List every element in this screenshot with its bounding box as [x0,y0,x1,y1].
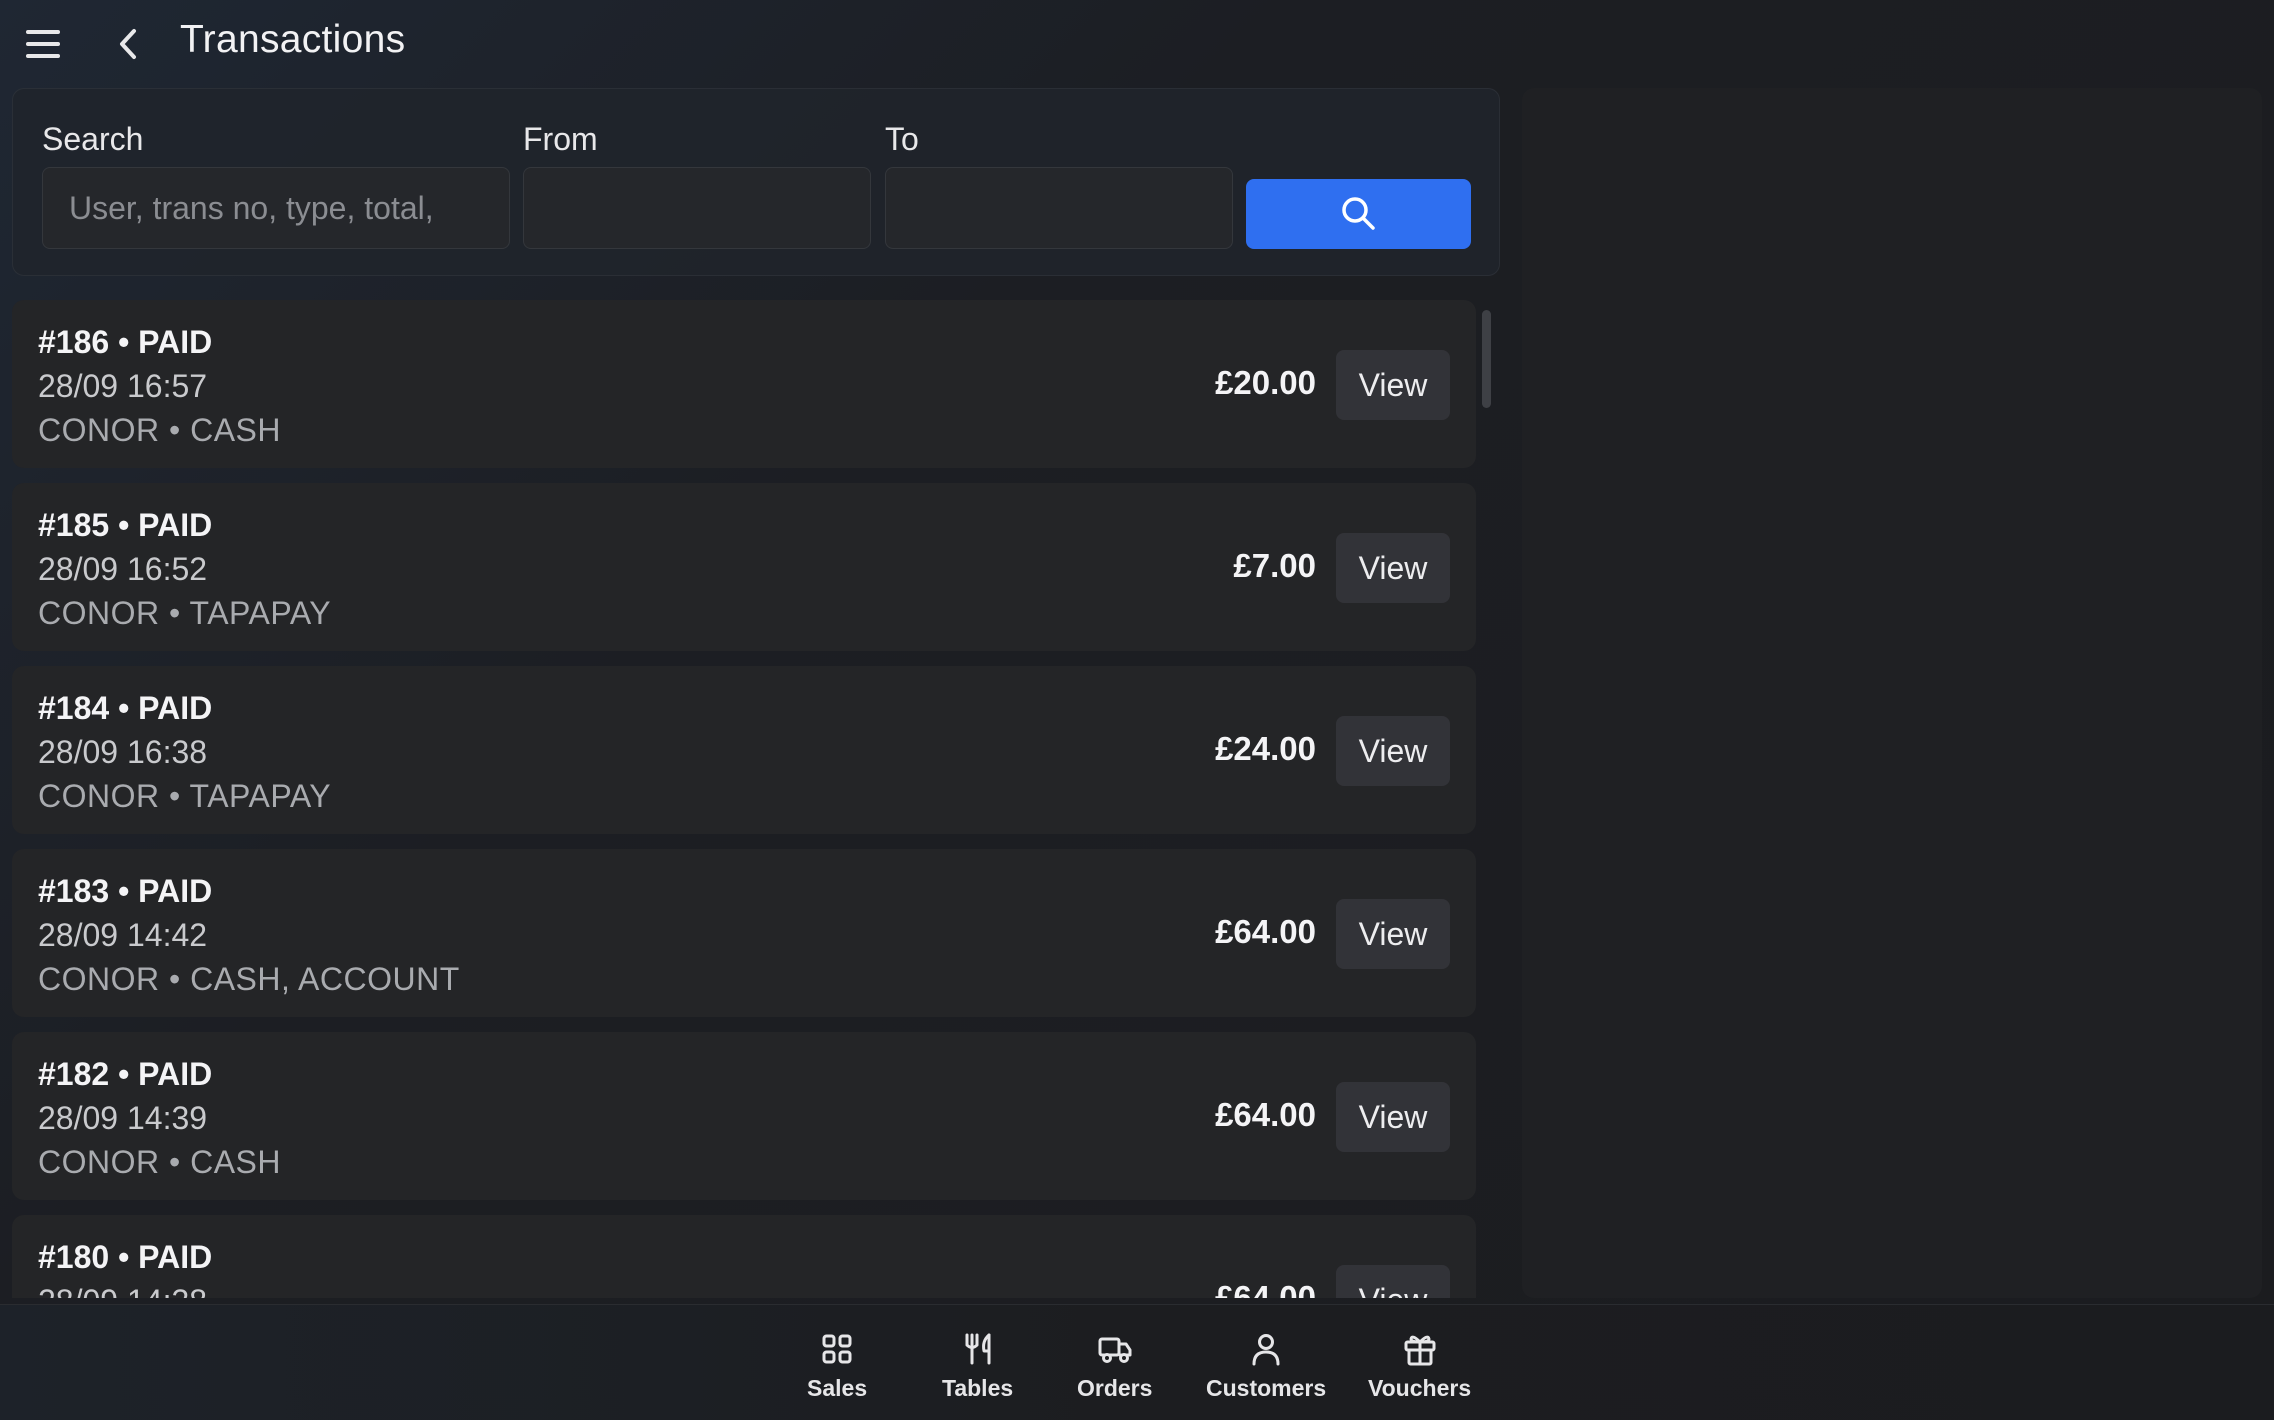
delivery-truck-icon [1098,1337,1132,1363]
transaction-date: 28/09 16:57 [38,368,208,404]
transaction-meta: CONOR • CASH [38,412,281,448]
transaction-title: #186 • PAID [38,324,213,360]
transaction-row[interactable]: #183 • PAID 28/09 14:42 CONOR • CASH, AC… [12,849,1476,1017]
transaction-amount: £64.00 [1215,913,1316,950]
transaction-meta: CONOR • TAPAPAY [38,778,332,814]
grid-icon [822,1334,852,1364]
transaction-row[interactable]: #186 • PAID 28/09 16:57 CONOR • CASH £20… [12,300,1476,468]
transaction-meta: CONOR • TAPAPAY [38,595,332,631]
search-icon [1341,197,1375,230]
transaction-amount: £64.00 [1215,1279,1316,1298]
nav-item-tables[interactable]: Tables [942,1331,1013,1402]
transaction-date: 28/09 14:39 [38,1100,208,1136]
transaction-row[interactable]: #180 • PAID 28/09 14:38 £64.00 View [12,1215,1476,1298]
to-date-field[interactable] [885,167,1233,249]
filter-panel: Search From To [12,88,1500,276]
nav-label-orders: Orders [1077,1375,1153,1401]
page-title: Transactions [180,18,406,61]
transaction-row[interactable]: #184 • PAID 28/09 16:38 CONOR • TAPAPAY … [12,666,1476,834]
detail-panel [1522,88,2262,1298]
nav-label-sales: Sales [807,1375,868,1401]
transaction-amount: £64.00 [1215,1096,1316,1133]
transaction-date: 28/09 14:38 [38,1283,207,1298]
bottom-nav: Sales Tables Orders Customers Vouchers [0,1304,2274,1420]
list-scrollbar[interactable] [1482,310,1491,408]
chevron-left-icon[interactable] [110,22,146,66]
app-window: Transactions Search From To #186 • PAID … [0,0,2274,1420]
nav-label-tables: Tables [942,1375,1014,1401]
view-button[interactable]: View [1336,899,1450,969]
transaction-row[interactable]: #185 • PAID 28/09 16:52 CONOR • TAPAPAY … [12,483,1476,651]
transaction-meta: CONOR • CASH [38,1144,281,1180]
transaction-amount: £7.00 [1233,547,1316,584]
transaction-title: #182 • PAID [38,1056,213,1092]
from-date-field[interactable] [523,167,871,249]
transaction-title: #184 • PAID [38,690,213,726]
transaction-title: #183 • PAID [38,873,213,909]
nav-item-orders[interactable]: Orders [1077,1331,1152,1402]
nav-item-vouchers[interactable]: Vouchers [1368,1331,1471,1402]
transaction-row[interactable]: #182 • PAID 28/09 14:39 CONOR • CASH £64… [12,1032,1476,1200]
transaction-date: 28/09 16:38 [38,734,208,770]
transaction-date: 28/09 16:52 [38,551,208,587]
nav-item-customers[interactable]: Customers [1206,1331,1326,1402]
transaction-date: 28/09 14:42 [38,917,208,953]
gift-icon [1404,1335,1436,1366]
hamburger-menu-icon[interactable] [26,24,70,64]
search-button[interactable] [1246,179,1471,249]
nav-label-vouchers: Vouchers [1368,1375,1472,1401]
transaction-amount: £24.00 [1215,730,1316,767]
transaction-title: #185 • PAID [38,507,213,543]
from-label: From [523,121,598,157]
transaction-list[interactable]: #186 • PAID 28/09 16:57 CONOR • CASH £20… [12,300,1476,1298]
transaction-meta: CONOR • CASH, ACCOUNT [38,961,460,997]
search-label: Search [42,121,144,157]
to-label: To [885,121,919,157]
transaction-title: #180 • PAID [38,1239,213,1275]
nav-item-sales[interactable]: Sales [807,1331,867,1402]
view-button[interactable]: View [1336,533,1450,603]
view-button[interactable]: View [1336,716,1450,786]
view-button[interactable]: View [1336,1082,1450,1152]
transaction-amount: £20.00 [1215,364,1316,401]
header-bar: Transactions [0,0,2274,86]
view-button[interactable]: View [1336,1265,1450,1298]
nav-label-customers: Customers [1206,1375,1327,1401]
cutlery-icon [965,1333,991,1365]
user-icon [1252,1334,1280,1366]
view-button[interactable]: View [1336,350,1450,420]
search-input[interactable] [42,167,510,249]
